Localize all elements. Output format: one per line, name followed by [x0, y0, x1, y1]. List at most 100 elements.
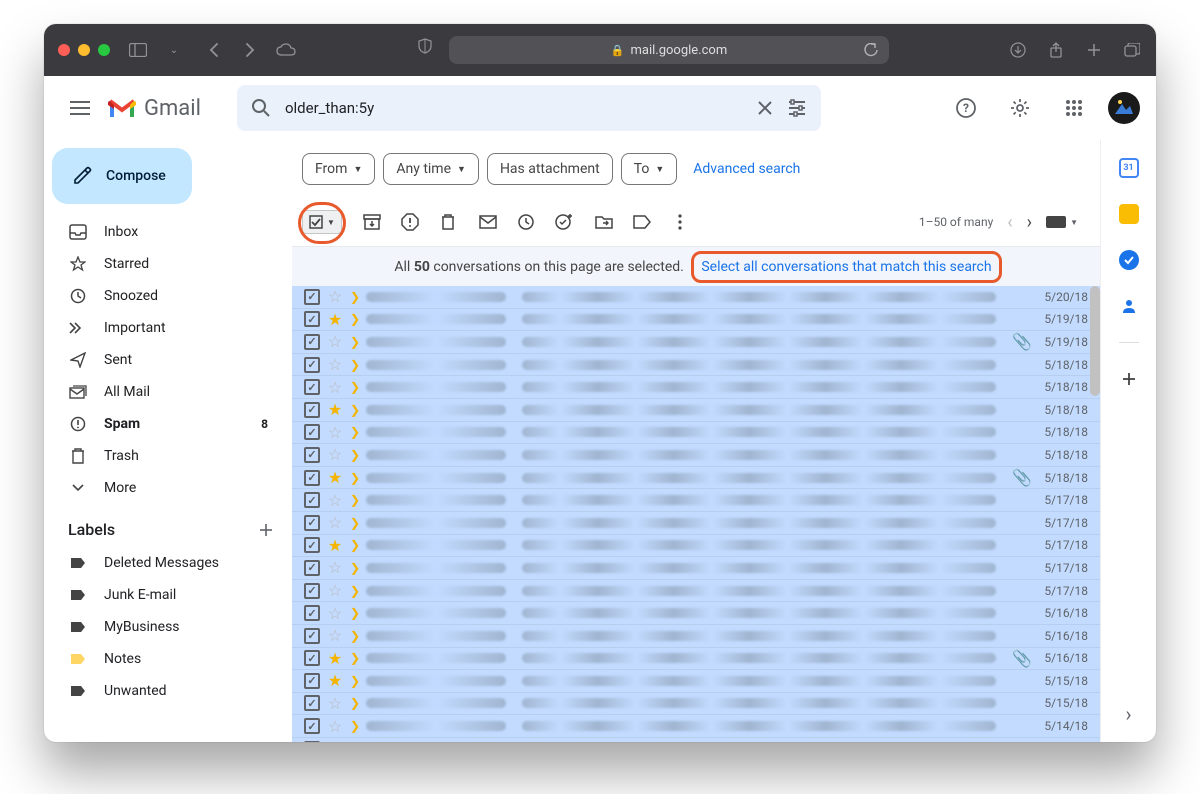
- star-icon[interactable]: ☆: [326, 378, 344, 397]
- star-icon[interactable]: ☆: [326, 332, 344, 351]
- nav-item-important[interactable]: Important: [44, 312, 280, 344]
- search-options-icon[interactable]: [787, 99, 807, 117]
- forward-icon[interactable]: [240, 40, 260, 60]
- row-checkbox[interactable]: [304, 537, 320, 553]
- nav-item-starred[interactable]: Starred: [44, 248, 280, 280]
- email-row[interactable]: ★ ❯ 5/15/18: [292, 670, 1100, 693]
- apps-button[interactable]: [1054, 88, 1094, 128]
- row-checkbox[interactable]: [304, 447, 320, 463]
- important-marker-icon[interactable]: ❯: [350, 493, 360, 507]
- important-marker-icon[interactable]: ❯: [350, 312, 360, 326]
- email-row[interactable]: ☆ ❯ 5/17/18: [292, 557, 1100, 580]
- star-icon[interactable]: ★: [326, 671, 344, 690]
- filter-attachment-chip[interactable]: Has attachment: [487, 153, 613, 185]
- email-row[interactable]: ☆ ❯ 5/16/18: [292, 625, 1100, 648]
- important-marker-icon[interactable]: ❯: [350, 584, 360, 598]
- email-row[interactable]: ★ ❯ 5/19/18: [292, 309, 1100, 332]
- email-row[interactable]: ☆ ❯ 5/18/18: [292, 354, 1100, 377]
- search-input[interactable]: [285, 99, 743, 117]
- share-icon[interactable]: [1046, 40, 1066, 60]
- scrollbar-thumb[interactable]: [1090, 286, 1100, 396]
- tabs-icon[interactable]: [1122, 40, 1142, 60]
- row-checkbox[interactable]: [304, 741, 320, 742]
- email-row[interactable]: ★ ❯ 📎 5/18/18: [292, 467, 1100, 490]
- email-row[interactable]: ☆ ❯ 5/18/18: [292, 444, 1100, 467]
- star-icon[interactable]: ☆: [326, 739, 344, 742]
- row-checkbox[interactable]: [304, 470, 320, 486]
- important-marker-icon[interactable]: ❯: [350, 719, 360, 733]
- email-row[interactable]: ★ ❯ 📎 5/16/18: [292, 648, 1100, 671]
- input-tool-button[interactable]: ▼: [1046, 216, 1078, 228]
- back-icon[interactable]: [204, 40, 224, 60]
- email-row[interactable]: ☆ ❯ 5/16/18: [292, 602, 1100, 625]
- label-item-mybusiness[interactable]: MyBusiness: [44, 611, 280, 643]
- reload-icon[interactable]: [861, 40, 881, 60]
- minimize-window-icon[interactable]: [78, 44, 90, 56]
- star-icon[interactable]: ☆: [326, 355, 344, 374]
- row-checkbox[interactable]: [304, 583, 320, 599]
- tab-group-dropdown-icon[interactable]: ⌄: [164, 40, 184, 60]
- search-bar[interactable]: [237, 85, 821, 131]
- star-icon[interactable]: ☆: [326, 626, 344, 645]
- clear-search-icon[interactable]: [757, 100, 773, 116]
- add-label-icon[interactable]: [258, 522, 274, 538]
- star-icon[interactable]: ★: [326, 649, 344, 668]
- important-marker-icon[interactable]: ❯: [350, 403, 360, 417]
- download-icon[interactable]: [1008, 40, 1028, 60]
- support-button[interactable]: ?: [946, 88, 986, 128]
- email-row[interactable]: ☆ ❯ 5/14/18: [292, 738, 1100, 742]
- star-icon[interactable]: ☆: [326, 717, 344, 736]
- star-icon[interactable]: ☆: [326, 694, 344, 713]
- important-marker-icon[interactable]: ❯: [350, 380, 360, 394]
- star-icon[interactable]: ☆: [326, 423, 344, 442]
- important-marker-icon[interactable]: ❯: [350, 606, 360, 620]
- row-checkbox[interactable]: [304, 311, 320, 327]
- settings-button[interactable]: [1000, 88, 1040, 128]
- window-controls[interactable]: [58, 44, 110, 56]
- new-tab-icon[interactable]: [1084, 40, 1104, 60]
- add-app-button[interactable]: [1119, 369, 1139, 389]
- email-row[interactable]: ★ ❯ 5/17/18: [292, 535, 1100, 558]
- nav-item-all-mail[interactable]: All Mail: [44, 376, 280, 408]
- nav-item-spam[interactable]: Spam8: [44, 408, 280, 440]
- row-checkbox[interactable]: [304, 673, 320, 689]
- star-icon[interactable]: ★: [326, 310, 344, 329]
- important-marker-icon[interactable]: ❯: [350, 561, 360, 575]
- important-marker-icon[interactable]: ❯: [350, 335, 360, 349]
- advanced-search-link[interactable]: Advanced search: [693, 161, 800, 177]
- row-checkbox[interactable]: [304, 628, 320, 644]
- email-row[interactable]: ★ ❯ 5/18/18: [292, 399, 1100, 422]
- star-icon[interactable]: ☆: [326, 558, 344, 577]
- filter-to-chip[interactable]: To▼: [621, 153, 678, 185]
- important-marker-icon[interactable]: ❯: [350, 651, 360, 665]
- email-row[interactable]: ☆ ❯ 5/15/18: [292, 693, 1100, 716]
- email-row[interactable]: ☆ ❯ 5/17/18: [292, 489, 1100, 512]
- collapse-panel-button[interactable]: ›: [1125, 702, 1131, 726]
- star-icon[interactable]: ★: [326, 400, 344, 419]
- important-marker-icon[interactable]: ❯: [350, 358, 360, 372]
- star-icon[interactable]: ☆: [326, 581, 344, 600]
- nav-item-more[interactable]: More: [44, 472, 280, 504]
- star-icon[interactable]: ★: [326, 468, 344, 487]
- important-marker-icon[interactable]: ❯: [350, 516, 360, 530]
- prev-page-button[interactable]: ‹: [1007, 212, 1012, 233]
- gmail-logo[interactable]: Gmail: [108, 96, 201, 121]
- email-row[interactable]: ☆ ❯ 5/14/18: [292, 715, 1100, 738]
- email-list[interactable]: ☆ ❯ 5/20/18 ★ ❯ 5/19/18 ☆ ❯ 📎 5/19/18 ☆ …: [292, 286, 1100, 742]
- row-checkbox[interactable]: [304, 560, 320, 576]
- label-item-unwanted[interactable]: Unwanted: [44, 675, 280, 707]
- email-row[interactable]: ☆ ❯ 📎 5/19/18: [292, 331, 1100, 354]
- compose-button[interactable]: Compose: [52, 148, 192, 204]
- important-marker-icon[interactable]: ❯: [350, 290, 360, 304]
- next-page-button[interactable]: ›: [1027, 212, 1032, 233]
- row-checkbox[interactable]: [304, 492, 320, 508]
- important-marker-icon[interactable]: ❯: [350, 448, 360, 462]
- email-row[interactable]: ☆ ❯ 5/17/18: [292, 512, 1100, 535]
- nav-item-trash[interactable]: Trash: [44, 440, 280, 472]
- main-menu-button[interactable]: [60, 88, 100, 128]
- tasks-app-icon[interactable]: [1119, 250, 1139, 270]
- contacts-app-icon[interactable]: [1119, 296, 1139, 316]
- star-icon[interactable]: ★: [326, 536, 344, 555]
- sidebar-toggle-icon[interactable]: [128, 40, 148, 60]
- cloud-icon[interactable]: [276, 40, 296, 60]
